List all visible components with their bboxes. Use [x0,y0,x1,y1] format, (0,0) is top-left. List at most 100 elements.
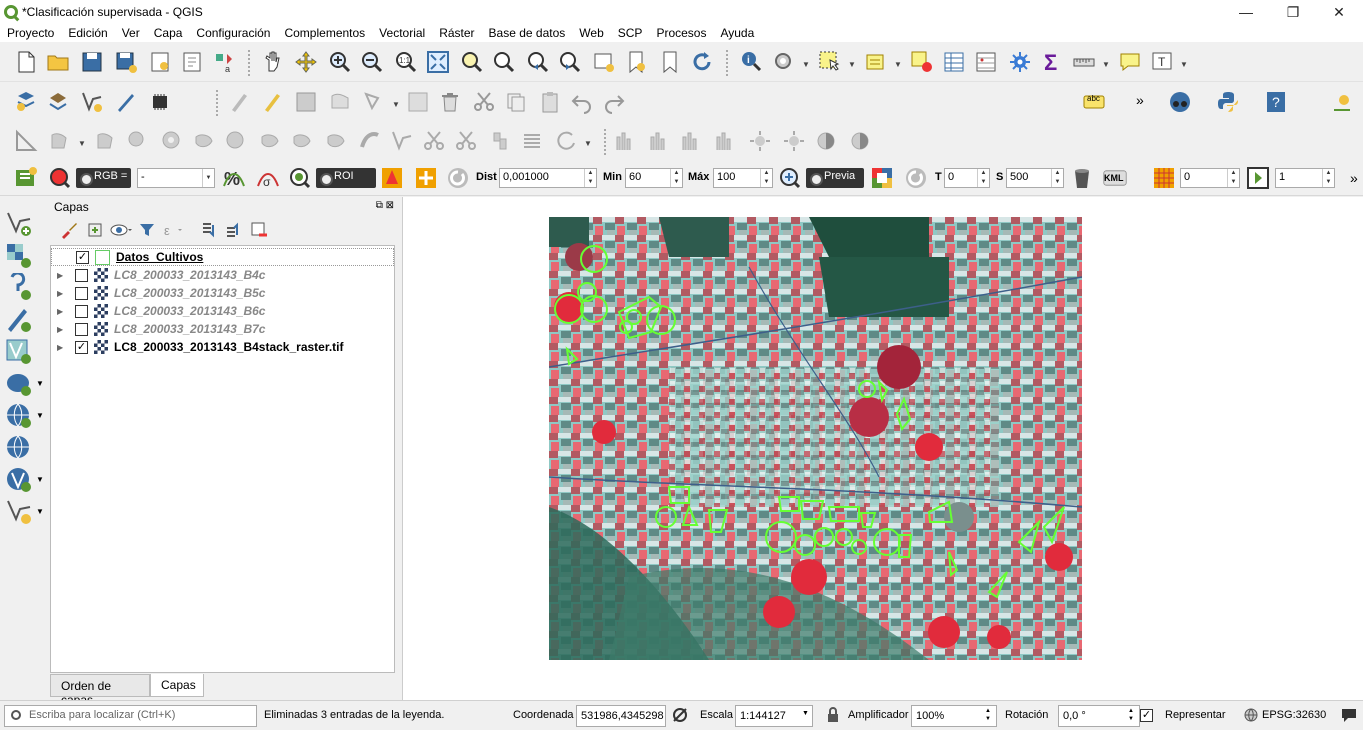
collapse-all-icon[interactable] [224,221,242,239]
style-manager-icon[interactable]: a [210,48,238,76]
new-bookmark-icon[interactable] [622,48,650,76]
new-layer-icon[interactable] [4,497,34,527]
map-tips-icon[interactable] [1116,48,1144,76]
toolbar-overflow[interactable]: » [1136,92,1144,108]
plugin-glasses-icon[interactable] [1166,88,1194,116]
vertex-dropdown[interactable]: ▼ [392,100,400,109]
select-by-value-icon[interactable] [862,48,890,76]
add-spatialite-icon[interactable] [4,305,34,335]
histogram-icon[interactable] [612,127,640,155]
new-project-icon[interactable] [12,48,40,76]
preview-button[interactable]: Previa [806,168,864,188]
layer-expander[interactable]: ▶ [57,325,67,334]
class-input[interactable]: 1 ▲ ▼ [1275,168,1335,188]
new-map-view-icon[interactable] [590,48,618,76]
menu-vectorial[interactable]: Vectorial [372,26,432,40]
zoom-to-selection-icon[interactable] [458,48,486,76]
digitize-icon[interactable] [112,88,140,116]
measure-icon[interactable] [1070,48,1098,76]
zoom-native-icon[interactable]: 1:1 [392,48,420,76]
contrast-up-icon[interactable] [812,127,840,155]
sigma-stretch-icon[interactable]: σ [254,164,282,192]
band-set-input[interactable]: 0 ▲ ▼ [1180,168,1240,188]
menu-ver[interactable]: Ver [115,26,147,40]
tab-layer-order[interactable]: Orden de capas [50,674,150,707]
scp-zoom-preview-icon[interactable] [776,164,804,192]
gps-icon[interactable] [146,88,174,116]
percent-stretch-icon[interactable]: % [220,164,248,192]
create-roi-icon[interactable] [378,164,406,192]
region-growing-icon[interactable] [412,164,440,192]
coordinate-field[interactable]: 531986,4345298 [576,705,666,727]
select-features-icon[interactable] [816,48,844,76]
add-wcs-icon[interactable] [4,465,34,495]
select-dropdown[interactable]: ▼ [848,60,856,69]
locator-search-input[interactable]: Escriba para localizar (Ctrl+K) [4,705,257,727]
text-annotation-icon[interactable]: T [1148,48,1176,76]
expand-all-icon[interactable] [200,221,218,239]
classification-preview-icon[interactable] [868,164,896,192]
magnifier-stepper[interactable]: ▲ ▼ [985,707,991,723]
next-class-icon[interactable] [1244,164,1272,192]
add-group-icon[interactable] [86,221,104,239]
layer-visibility-checkbox[interactable] [75,322,88,336]
layout-manager-icon[interactable] [178,48,206,76]
remove-layer-icon[interactable] [250,221,268,239]
split-features-icon[interactable] [420,127,448,155]
t-stepper[interactable]: ▲ ▼ [977,169,989,187]
menu-proyecto[interactable]: Proyecto [0,26,61,40]
delete-part-icon[interactable] [288,127,316,155]
rotate-feature-icon[interactable] [92,127,120,155]
t-input[interactable]: 0 ▲ ▼ [944,168,990,188]
render-checkbox[interactable]: ✓ [1140,709,1153,722]
attribute-table-icon[interactable] [940,48,968,76]
redo-preview-icon[interactable] [902,164,930,192]
rgb-button[interactable]: RGB = [76,168,132,188]
layer-expander[interactable]: ▶ [57,271,67,280]
actions-dropdown[interactable]: ▼ [802,60,810,69]
dist-stepper[interactable]: ▲ ▼ [584,169,596,187]
actions-icon[interactable] [770,48,798,76]
toolbar-grip[interactable] [248,50,252,76]
toolbar-grip[interactable] [216,90,220,116]
band-set-stepper[interactable]: ▲ ▼ [1227,169,1239,187]
scp-zoom-input-icon[interactable] [46,164,74,192]
scp-zoom-roi-icon[interactable] [286,164,314,192]
save-as-icon[interactable] [112,48,140,76]
coordinate-toggle-icon[interactable] [672,707,688,723]
wcs-dropdown[interactable]: ▼ [36,475,44,484]
menu-raster[interactable]: Ráster [432,26,481,40]
filter-expression-icon[interactable]: ε [162,221,184,239]
add-raster-layer-icon[interactable] [44,88,72,116]
merge-attributes-icon[interactable] [452,127,480,155]
histogram-full-icon[interactable] [712,127,740,155]
visibility-eye-icon[interactable] [110,221,132,239]
scale-dropdown-icon[interactable]: ▼ [802,710,809,717]
show-bookmarks-icon[interactable] [656,48,684,76]
close-button[interactable]: ✕ [1316,0,1362,24]
rgb-combo[interactable]: - ▼ [137,168,215,188]
layer-expander[interactable]: ▶ [57,307,67,316]
rotate-symbol-icon[interactable] [518,127,546,155]
roi-button[interactable]: ROI [316,168,376,188]
help-icon[interactable]: ? [1262,88,1290,116]
s-stepper[interactable]: ▲ ▼ [1051,169,1063,187]
layer-row-b4c[interactable]: ▶ LC8_200033_2013143_B4c [51,266,394,284]
offset-curve-icon[interactable] [356,127,384,155]
menu-edicion[interactable]: Edición [61,26,114,40]
max-input[interactable]: 100 ▲ ▼ [713,168,773,188]
tab-layers[interactable]: Capas [150,674,204,697]
menu-base-de-datos[interactable]: Base de datos [482,26,573,40]
add-virtual-layer-icon[interactable] [4,337,34,367]
redo-icon[interactable] [600,88,628,116]
new-vector-icon[interactable] [78,88,106,116]
zoom-full-icon[interactable] [424,48,452,76]
crs-label[interactable]: EPSG:32630 [1262,709,1326,721]
menu-web[interactable]: Web [572,26,610,40]
band-set-icon[interactable] [1150,164,1178,192]
map-canvas[interactable] [402,197,1363,700]
min-stepper[interactable]: ▲ ▼ [670,169,682,187]
zoom-out-icon[interactable] [358,48,386,76]
statistics-sigma-icon[interactable]: Σ [1038,48,1066,76]
menu-scp[interactable]: SCP [611,26,650,40]
